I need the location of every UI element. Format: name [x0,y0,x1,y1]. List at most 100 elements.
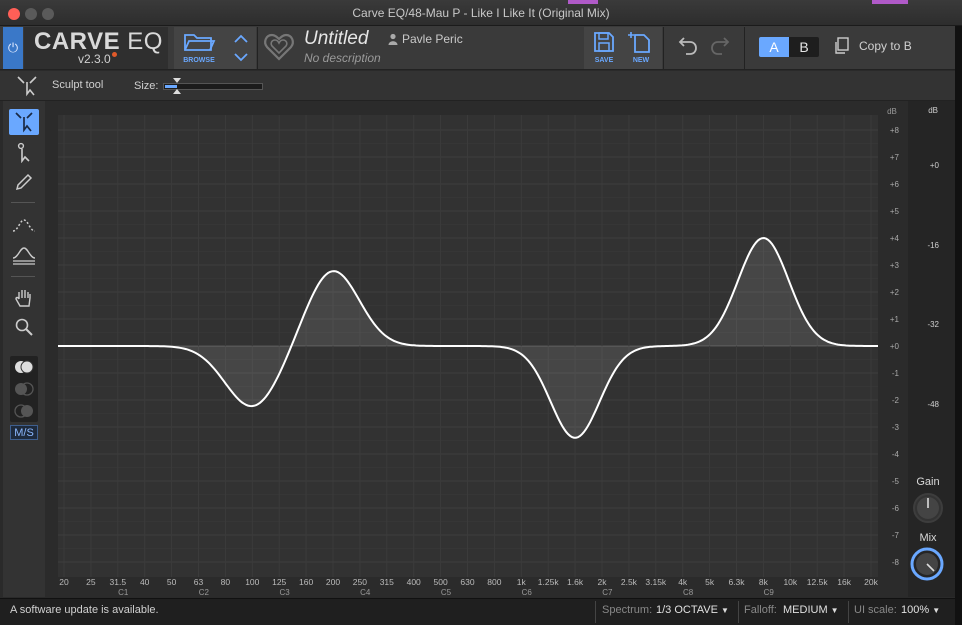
power-button[interactable]: ⏻ [3,27,23,69]
save-icon [594,32,614,52]
tool-curve-button[interactable] [9,212,39,238]
freq-tick-label: 1.25k [538,577,560,587]
tool-select-button[interactable] [9,139,39,165]
folder-icon [184,34,216,51]
redo-icon [711,37,730,55]
size-slider-handle[interactable] [172,77,182,98]
spectrum-value: 1/3 OCTAVE [656,604,718,616]
note-tick-label: C6 [522,588,533,597]
status-divider [595,601,596,623]
db-tick-label: +5 [890,207,900,216]
save-label: SAVE [594,57,614,64]
db-tick-label: -4 [892,450,900,459]
preset-prev-button[interactable] [230,30,252,48]
save-button[interactable]: SAVE [590,30,618,66]
tool-divider [11,276,35,277]
db-tick-label: +0 [890,342,900,351]
note-tick-label: C8 [683,588,694,597]
ab-slot-a-button[interactable]: A [759,37,789,57]
freq-tick-label: 50 [167,577,177,587]
favorite-button[interactable] [262,30,296,64]
author-name: Pavle Peric [402,32,463,46]
preset-title[interactable]: Untitled [304,28,368,50]
note-tick-label: C4 [360,588,371,597]
stereo-mode-right-button[interactable] [12,402,36,420]
copy-icon [834,37,850,58]
eq-graph[interactable]: dB +8 +7 +6 +5 +4 +3 +2 +1 +0 -1 -2 -3 -4 -5 -6 -7 -8 20 25… [45,101,908,597]
tool-multi-curve-button[interactable] [9,242,39,268]
copy-to-b-button[interactable]: Copy to B [859,39,912,53]
meter-tick-label: -48 [927,400,939,409]
status-divider [738,601,739,623]
tool-divider [11,202,35,203]
gain-label: Gain [916,476,940,488]
db-tick-label: +7 [890,153,900,162]
freq-tick-label: 100 [245,577,259,587]
freq-tick-label: 10k [783,577,797,587]
spectrum-label: Spectrum: [602,604,653,616]
db-tick-label: -2 [892,396,900,405]
browse-label: BROWSE [183,57,215,64]
falloff-dropdown[interactable]: MEDIUM ▼ [783,604,839,616]
freq-tick-label: 500 [434,577,448,587]
freq-tick-label: 1k [517,577,527,587]
spectrum-dropdown[interactable]: 1/3 OCTAVE ▼ [656,604,729,616]
stereo-left-icon [15,382,34,396]
meter-tick-label: -32 [927,320,939,329]
mix-label: Mix [919,532,937,544]
new-label: NEW [632,57,650,64]
undo-button[interactable] [676,33,700,57]
note-tick-label: C3 [279,588,290,597]
db-tick-label: +8 [890,126,900,135]
freq-tick-label: 1.6k [567,577,584,587]
brand-main: CARVE [34,28,121,55]
browse-button[interactable]: BROWSE [182,30,216,66]
db-tick-label: +2 [890,288,900,297]
note-tick-label: C9 [764,588,775,597]
version-label: v2.3.0 [78,52,111,66]
pointer-icon [17,142,30,163]
magnifier-icon [15,318,33,336]
db-tick-label: +6 [890,180,900,189]
sculpt-icon [15,112,33,133]
status-message[interactable]: A software update is available. [10,604,159,616]
chevron-up-icon [234,34,248,43]
stereo-mode-left-button[interactable] [12,380,36,398]
background-track-strip [568,0,598,4]
preset-description[interactable]: No description [304,51,381,65]
gain-knob[interactable] [910,490,946,527]
freq-tick-label: 63 [194,577,204,587]
freq-tick-label: 20 [59,577,69,587]
current-tool-name: Sculpt tool [52,79,104,91]
freq-tick-label: 20k [864,577,878,587]
redo-button[interactable] [708,33,732,57]
tool-hand-button[interactable] [9,285,39,311]
tool-pencil-button[interactable] [9,169,39,195]
freq-tick-label: 315 [380,577,394,587]
db-tick-label: -7 [892,531,900,540]
ui-scale-label: UI scale: [854,604,897,616]
freq-tick-label: 160 [299,577,313,587]
freq-tick-label: 400 [407,577,421,587]
freq-tick-label: 800 [487,577,501,587]
preset-next-button[interactable] [230,48,252,66]
freq-tick-label: 16k [837,577,851,587]
sculpt-tool-icon [14,74,40,101]
heart-icon [264,33,294,61]
note-tick-label: C5 [441,588,452,597]
freq-tick-label: 200 [326,577,340,587]
ab-slot-b-button[interactable]: B [789,37,819,57]
stereo-both-icon [15,360,34,374]
mid-side-button[interactable]: M/S [10,425,38,440]
new-preset-button[interactable]: NEW [627,30,655,66]
freq-tick-label: 8k [759,577,769,587]
header-divider [257,27,258,69]
tool-sculpt-button[interactable] [9,109,39,135]
freq-tick-label: 12.5k [807,577,829,587]
mix-knob[interactable] [908,545,946,586]
stereo-mode-both-button[interactable] [12,358,36,376]
tool-zoom-button[interactable] [9,314,39,340]
ui-scale-dropdown[interactable]: 100% ▼ [901,604,940,616]
user-icon [388,33,398,48]
status-divider [848,601,849,623]
